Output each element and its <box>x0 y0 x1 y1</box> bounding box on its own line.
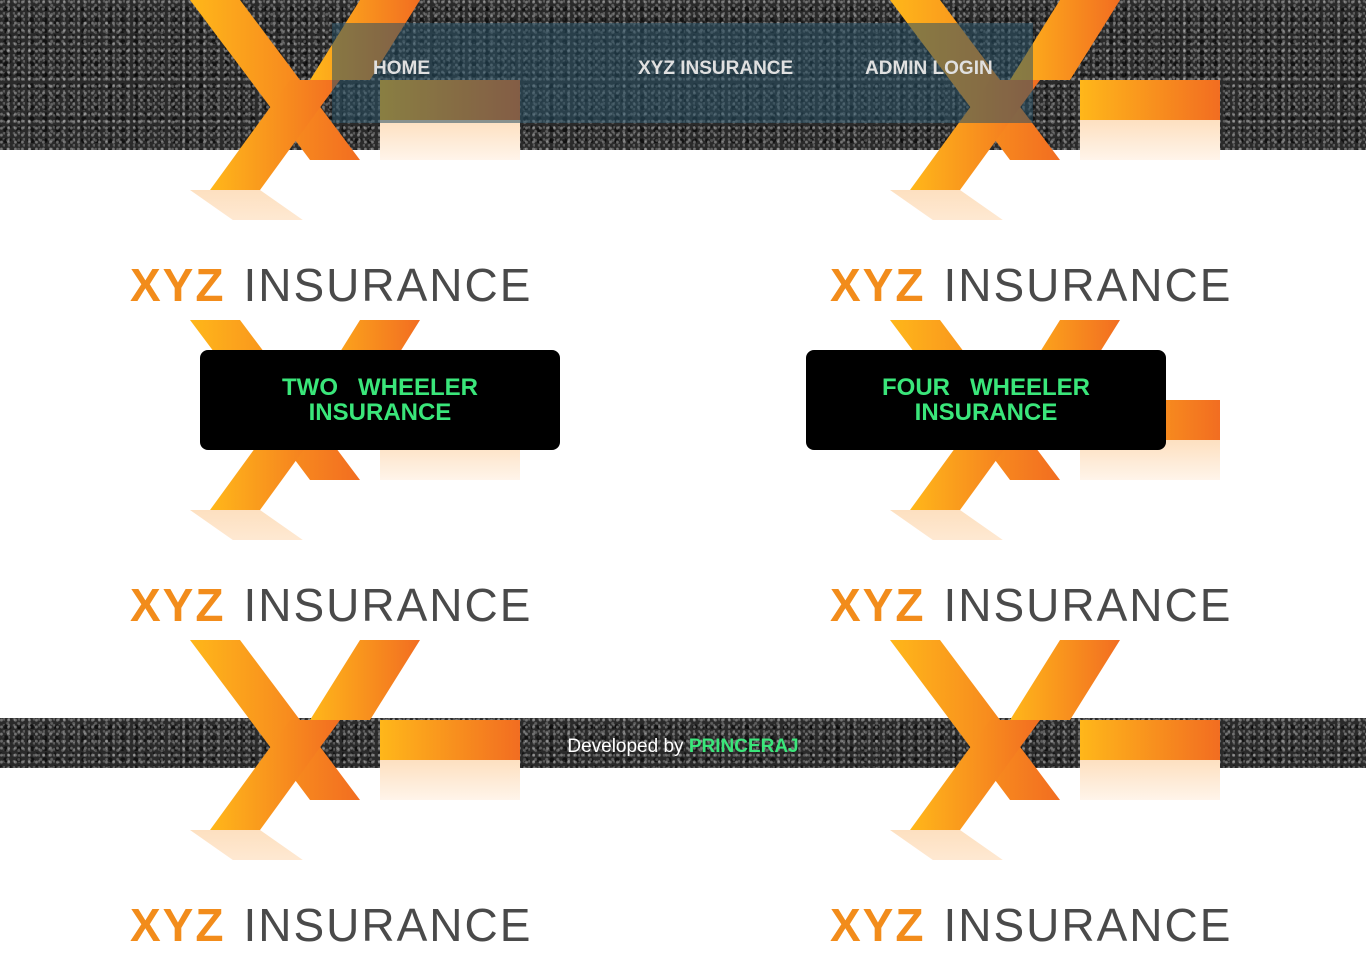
two-wheeler-insurance-button[interactable]: TWO WHEELER INSURANCE <box>200 350 560 450</box>
logo-insurance-text: INSURANCE <box>243 259 533 311</box>
logo-xyz-text: XYZ <box>130 579 226 631</box>
logo-xyz-text: XYZ <box>830 259 926 311</box>
logo-wordmark: XYZ INSURANCE <box>130 578 590 632</box>
logo-insurance-text: INSURANCE <box>243 899 533 951</box>
footer-prefix: Developed by <box>567 736 684 757</box>
logo-xyz-text: XYZ <box>130 259 226 311</box>
nav-home-link[interactable]: HOME <box>373 58 430 102</box>
logo-wordmark: XYZ INSURANCE <box>830 578 1290 632</box>
nav-brand-link[interactable]: XYZ INSURANCE <box>638 58 793 102</box>
footer-author: PRINCERAJ <box>688 736 799 757</box>
logo-wordmark: XYZ INSURANCE <box>830 898 1290 952</box>
nav-admin-login-link[interactable]: ADMIN LOGIN <box>865 58 993 102</box>
footer-credit: Developed by PRINCERAJ <box>0 736 1366 758</box>
logo-wordmark: XYZ INSURANCE <box>130 258 590 312</box>
logo-xyz-text: XYZ <box>830 579 926 631</box>
logo-insurance-text: INSURANCE <box>943 259 1233 311</box>
logo-wordmark: XYZ INSURANCE <box>830 258 1290 312</box>
logo-xyz-text: XYZ <box>830 899 926 951</box>
logo-insurance-text: INSURANCE <box>943 579 1233 631</box>
logo-xyz-text: XYZ <box>130 899 226 951</box>
logo-insurance-text: INSURANCE <box>243 579 533 631</box>
logo-wordmark: XYZ INSURANCE <box>130 898 590 952</box>
logo-tile: XYZ INSURANCE <box>830 630 1290 960</box>
logo-tile: XYZ INSURANCE <box>130 630 590 960</box>
four-wheeler-insurance-button[interactable]: FOUR WHEELER INSURANCE <box>806 350 1166 450</box>
logo-insurance-text: INSURANCE <box>943 899 1233 951</box>
